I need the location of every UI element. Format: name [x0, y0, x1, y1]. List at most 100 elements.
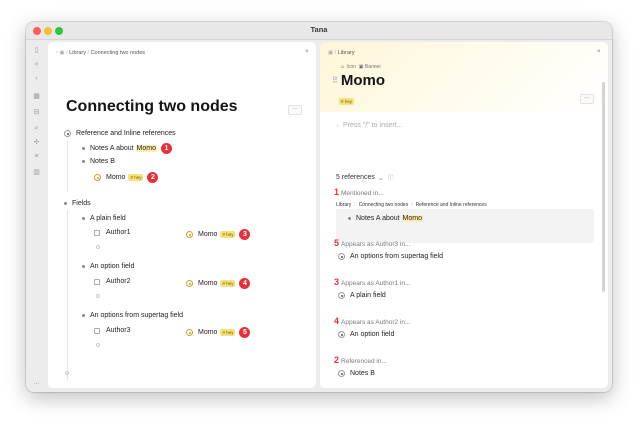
list-item[interactable]: An options from supertag field [82, 312, 183, 319]
node-icon [338, 292, 345, 299]
node-icon [64, 130, 71, 137]
app-window: Tana ▯ « ‹ ▦ ⊟ ⌕ ✢ ≡ ▥ … ‹ ▣ / Library /… [26, 22, 612, 392]
list-item[interactable]: Notes B [338, 370, 375, 377]
search-icon[interactable]: ⌕ [32, 124, 41, 133]
more-icon[interactable]: … [32, 378, 41, 387]
empty-node-dot[interactable] [96, 343, 100, 347]
close-panel-button[interactable]: × [305, 49, 309, 55]
callout-number: 4 [334, 316, 340, 326]
list-item[interactable]: An option field [338, 331, 394, 338]
home-icon[interactable]: ▣ / [328, 50, 338, 56]
node-title[interactable]: ⠿ Momo [332, 72, 385, 89]
right-panel: ▣ / Library × ☺ Icon ▣ Banner ⠿ Momo # h… [320, 42, 608, 388]
breadcrumb-library[interactable]: Library [338, 50, 355, 56]
list-item[interactable]: An option field [82, 263, 134, 270]
callout-number: 2 [334, 355, 340, 365]
chevron-down-icon: ⌄ [377, 174, 384, 182]
node-icon [338, 331, 345, 338]
page-title: Connecting two nodes [66, 98, 238, 115]
supertag[interactable]: # hey [220, 231, 236, 238]
list-item[interactable]: Momo # hey 2 [94, 172, 159, 183]
field-icon [94, 327, 100, 334]
node-icon [338, 370, 345, 377]
chevron-left-icon[interactable]: ‹ [56, 50, 58, 56]
field-row[interactable]: Author2 [94, 278, 131, 285]
add-banner-button[interactable]: Banner [365, 64, 381, 70]
callout-badge: 3 [239, 229, 251, 240]
reference-section-label[interactable]: 1 Mentioned in... [334, 187, 384, 197]
panel-icon[interactable]: ▯ [32, 46, 41, 55]
empty-node-dot[interactable] [96, 245, 100, 249]
breadcrumb-library[interactable]: Library [69, 50, 86, 56]
reference-section-label[interactable]: 2 Referenced in... [334, 355, 387, 365]
bullet-icon [64, 202, 67, 205]
node-icon [338, 253, 345, 260]
inline-reference[interactable]: Momo [401, 215, 423, 222]
field-value[interactable]: Momo # hey 5 [186, 327, 251, 338]
field-value[interactable]: Momo # hey 3 [186, 229, 251, 240]
callout-number: 5 [334, 238, 340, 248]
callout-badge: 2 [147, 172, 159, 183]
breadcrumb-page[interactable]: Connecting two nodes [91, 50, 145, 56]
list-item[interactable]: Notes A about Momo [348, 215, 423, 222]
back-icon[interactable]: « [32, 60, 41, 69]
inbox-icon[interactable]: ⊟ [32, 108, 41, 117]
breadcrumb: ‹ ▣ / Library / Connecting two nodes [56, 50, 146, 56]
help-icon[interactable]: ⓘ [388, 173, 394, 182]
reference-node-icon [186, 280, 193, 287]
list-item[interactable]: Notes B [82, 158, 115, 165]
nav-icon[interactable]: ‹ [32, 74, 41, 83]
bullet-icon [82, 160, 85, 163]
reference-node-icon [186, 329, 193, 336]
supertag[interactable]: # hey [220, 280, 236, 287]
callout-number: 3 [334, 277, 340, 287]
title-bar: Tana [26, 22, 612, 40]
left-panel: ‹ ▣ / Library / Connecting two nodes × C… [48, 42, 316, 388]
empty-node-dot[interactable] [65, 371, 69, 375]
reference-section-label[interactable]: 3 Appears as Author1 in... [334, 277, 410, 287]
list-item[interactable]: A plain field [82, 215, 126, 222]
list-item[interactable]: Fields [64, 200, 91, 207]
scrollbar[interactable] [602, 82, 605, 292]
callout-badge: 1 [161, 143, 172, 154]
list-item[interactable]: Notes A about Momo 1 [82, 143, 172, 154]
breadcrumb: ▣ / Library [328, 50, 355, 56]
library-icon[interactable]: ≡ [32, 152, 41, 161]
stats-icon[interactable]: ▥ [32, 168, 41, 177]
list-item[interactable]: An options from supertag field [338, 253, 443, 260]
settings-icon[interactable]: ✢ [32, 138, 41, 147]
more-options-button[interactable]: ··· [580, 94, 594, 104]
more-options-button[interactable]: ··· [288, 105, 302, 115]
icon-banner-buttons: ☺ Icon ▣ Banner [340, 64, 381, 70]
close-panel-button[interactable]: × [597, 49, 601, 55]
field-icon [94, 229, 100, 236]
reference-node-icon [94, 174, 101, 181]
bullet-icon [82, 147, 85, 150]
callout-number: 1 [334, 187, 340, 197]
supertag[interactable]: # hey [220, 329, 236, 336]
drag-handle-icon[interactable]: ⠿ [332, 76, 338, 85]
insert-placeholder[interactable]: ○ Press "/" to insert... [336, 122, 402, 129]
field-icon [94, 278, 100, 285]
callout-badge: 5 [239, 327, 251, 338]
field-value[interactable]: Momo # hey 4 [186, 278, 251, 289]
empty-bullet-icon: ○ [336, 122, 340, 129]
reference-path[interactable]: Library / Connecting two nodes / Referen… [336, 202, 487, 208]
callout-badge: 4 [239, 278, 251, 289]
references-toggle[interactable]: 5 references ⌄ ⓘ [336, 173, 394, 182]
supertag[interactable]: # hey [128, 174, 144, 181]
field-row[interactable]: Author1 [94, 229, 131, 236]
indent-guide [67, 140, 68, 192]
empty-node-dot[interactable] [96, 294, 100, 298]
window-title: Tana [310, 25, 328, 34]
calendar-icon[interactable]: ▦ [32, 92, 41, 101]
supertag[interactable]: # hey [339, 98, 355, 105]
field-row[interactable]: Author3 [94, 327, 131, 334]
reference-section-label[interactable]: 4 Appears as Author2 in... [334, 316, 410, 326]
add-icon-button[interactable]: Icon [347, 64, 356, 70]
reference-section-label[interactable]: 5 Appears as Author3 in... [334, 238, 410, 248]
bullet-icon [348, 217, 351, 220]
list-item[interactable]: Reference and Inline references [64, 130, 176, 137]
list-item[interactable]: A plain field [338, 292, 386, 299]
inline-reference[interactable]: Momo [135, 145, 157, 152]
